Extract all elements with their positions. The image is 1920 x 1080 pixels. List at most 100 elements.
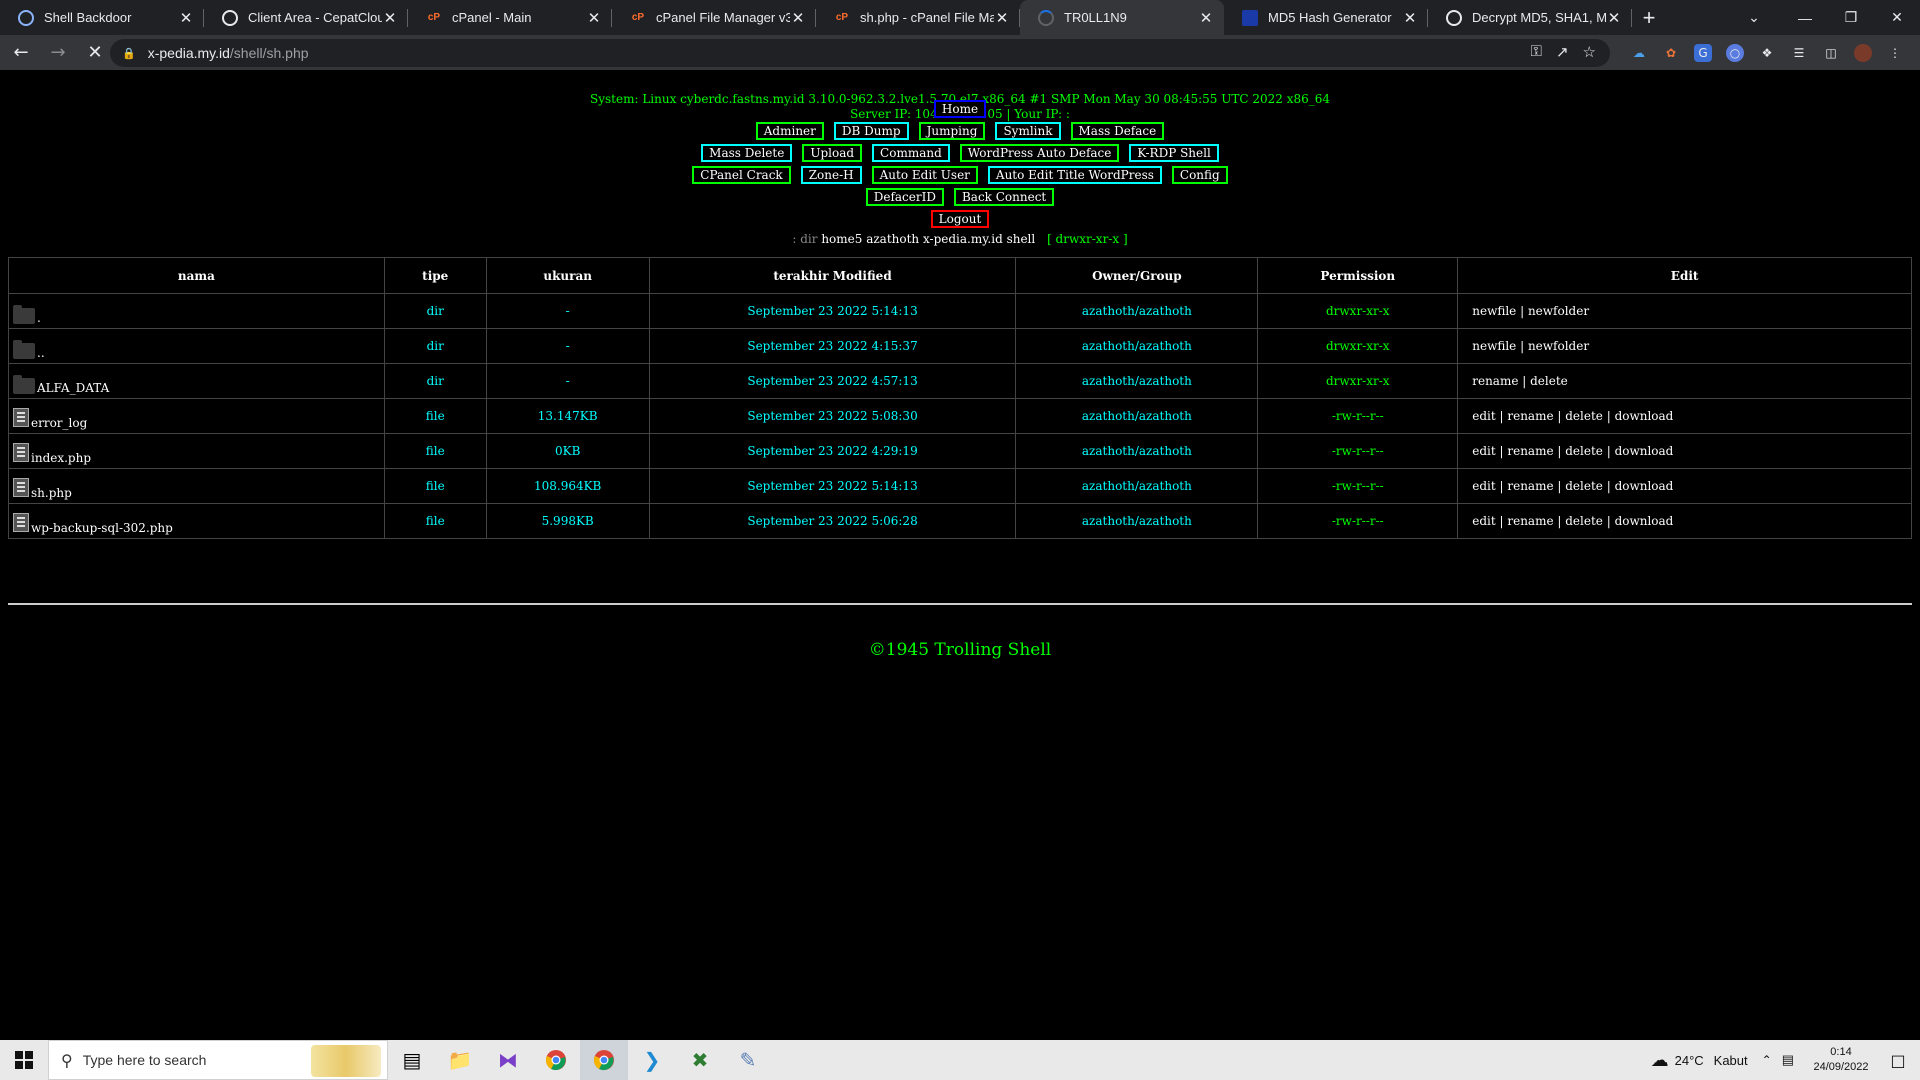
download-link[interactable]: download [1615, 409, 1674, 423]
file-permission[interactable]: -rw-r--r-- [1257, 433, 1459, 469]
menu-button-command[interactable]: Command [872, 144, 950, 162]
delete-link[interactable]: delete [1530, 374, 1568, 388]
rename-link[interactable]: rename [1507, 444, 1553, 458]
start-button[interactable] [0, 1040, 48, 1080]
menu-button-mass-delete[interactable]: Mass Delete [701, 144, 793, 162]
browser-tab[interactable]: MD5 Hash Generator ✕ [1224, 0, 1428, 35]
download-link[interactable]: download [1615, 444, 1674, 458]
menu-button-adminer[interactable]: Adminer [755, 122, 824, 140]
tab-search-icon[interactable]: ⌄ [1726, 0, 1782, 35]
media-icon[interactable]: ☰ [1790, 44, 1808, 62]
menu-button-zone-h[interactable]: Zone-H [800, 166, 862, 184]
back-button[interactable]: ← [5, 37, 37, 69]
delete-link[interactable]: delete [1565, 409, 1603, 423]
menu-button-upload[interactable]: Upload [802, 144, 863, 162]
key-icon[interactable]: ⚿ [1531, 43, 1542, 61]
profile-avatar[interactable] [1854, 43, 1872, 62]
menu-button-jumping[interactable]: Jumping [918, 122, 986, 140]
weather-temp[interactable]: 24°C [1675, 1053, 1704, 1068]
file-permission[interactable]: drwxr-xr-x [1257, 293, 1459, 329]
weather-text[interactable]: Kabut [1714, 1053, 1748, 1068]
menu-button-home[interactable]: Home [933, 100, 987, 118]
menu-button-auto-edit-user[interactable]: Auto Edit User [871, 166, 978, 184]
lock-icon[interactable]: 🔒 [122, 47, 136, 60]
delete-link[interactable]: delete [1565, 444, 1603, 458]
close-window-button[interactable]: ✕ [1874, 0, 1920, 35]
taskbar-search[interactable]: ⚲ Type here to search [48, 1040, 388, 1080]
close-tab-icon[interactable]: ✕ [1402, 9, 1418, 27]
download-link[interactable]: download [1615, 479, 1674, 493]
menu-button-symlink[interactable]: Symlink [995, 122, 1061, 140]
close-tab-icon[interactable]: ✕ [178, 9, 194, 27]
browser-tab[interactable]: TR0LL1N9 ✕ [1020, 0, 1224, 35]
rename-link[interactable]: rename [1472, 374, 1518, 388]
new-tab-button[interactable]: + [1632, 0, 1666, 35]
file-permission[interactable]: drwxr-xr-x [1257, 328, 1459, 364]
close-tab-icon[interactable]: ✕ [790, 9, 806, 27]
menu-button-config[interactable]: Config [1171, 166, 1228, 184]
minimize-button[interactable]: — [1782, 0, 1828, 35]
menu-button-defacerid[interactable]: DefacerID [865, 188, 944, 206]
file-name-link[interactable]: wp-backup-sql-302.php [31, 521, 173, 535]
close-tab-icon[interactable]: ✕ [586, 9, 602, 27]
file-permission[interactable]: -rw-r--r-- [1257, 468, 1459, 504]
rename-link[interactable]: rename [1507, 409, 1553, 423]
close-tab-icon[interactable]: ✕ [1198, 9, 1214, 27]
menu-button-auto-edit-title-wordpress[interactable]: Auto Edit Title WordPress [987, 166, 1162, 184]
restore-button[interactable]: ❐ [1828, 0, 1874, 35]
cloud-extension-icon[interactable]: ☁ [1630, 44, 1648, 62]
close-tab-icon[interactable]: ✕ [382, 9, 398, 27]
show-hidden-icons-icon[interactable]: ⌃ [1762, 1053, 1772, 1067]
address-bar[interactable]: 🔒 x-pedia.my.id/shell/sh.php ⚿ ↗ ☆ [110, 39, 1610, 67]
file-permission[interactable]: -rw-r--r-- [1257, 503, 1459, 539]
delete-link[interactable]: delete [1565, 514, 1603, 528]
edit-link[interactable]: edit [1472, 514, 1495, 528]
weather-icon[interactable]: ☁ [1651, 1050, 1669, 1071]
puzzle-icon[interactable]: ❖ [1758, 44, 1776, 62]
file-name-link[interactable]: .. [37, 346, 45, 360]
network-icon[interactable]: ▤ [1782, 1052, 1794, 1068]
menu-button-mass-deface[interactable]: Mass Deface [1070, 122, 1165, 140]
dir-path[interactable]: home5 azathoth x-pedia.my.id shell [821, 232, 1035, 246]
file-name-link[interactable]: . [37, 311, 41, 325]
close-tab-icon[interactable]: ✕ [1606, 9, 1622, 27]
file-permission[interactable]: -rw-r--r-- [1257, 398, 1459, 434]
file-permission[interactable]: drwxr-xr-x [1257, 363, 1459, 399]
newfolder-link[interactable]: newfolder [1528, 304, 1589, 318]
menu-button-db-dump[interactable]: DB Dump [833, 122, 909, 140]
rename-link[interactable]: rename [1507, 514, 1553, 528]
vscode-icon[interactable]: ❯ [628, 1040, 676, 1080]
chrome-icon[interactable] [532, 1040, 580, 1080]
chrome-active-icon[interactable] [580, 1040, 628, 1080]
notification-icon[interactable]: □ [1876, 1051, 1920, 1070]
edit-link[interactable]: edit [1472, 444, 1495, 458]
edit-link[interactable]: edit [1472, 409, 1495, 423]
download-link[interactable]: download [1615, 514, 1674, 528]
close-tab-icon[interactable]: ✕ [994, 9, 1010, 27]
side-panel-icon[interactable]: ◫ [1822, 44, 1840, 62]
file-name-link[interactable]: index.php [31, 451, 91, 465]
paint-icon[interactable]: ✎ [724, 1040, 772, 1080]
menu-kebab-icon[interactable]: ⋮ [1886, 44, 1904, 62]
file-name-link[interactable]: error_log [31, 416, 87, 430]
clock[interactable]: 0:14 24/09/2022 [1806, 1045, 1876, 1075]
browser-tab[interactable]: cP sh.php - cPanel File Manag✕ [816, 0, 1020, 35]
menu-button-logout[interactable]: Logout [930, 210, 990, 228]
browser-tab[interactable]: Shell Backdoor ✕ [0, 0, 204, 35]
extension-icon[interactable]: ✿ [1662, 44, 1680, 62]
search-extension-icon[interactable]: ○ [1726, 43, 1744, 62]
browser-tab[interactable]: cP cPanel File Manager v3 ✕ [612, 0, 816, 35]
browser-tab[interactable]: Client Area - CepatCloud ✕ [204, 0, 408, 35]
menu-button-k-rdp-shell[interactable]: K-RDP Shell [1129, 144, 1219, 162]
file-name-link[interactable]: ALFA_DATA [37, 381, 109, 395]
browser-tab[interactable]: Decrypt MD5, SHA1, MySC✕ [1428, 0, 1632, 35]
xampp-icon[interactable]: ✖ [676, 1040, 724, 1080]
stop-loading-button[interactable]: ✕ [79, 37, 111, 69]
file-explorer-icon[interactable]: 📁 [436, 1040, 484, 1080]
rename-link[interactable]: rename [1507, 479, 1553, 493]
newfile-link[interactable]: newfile [1472, 304, 1516, 318]
task-view-icon[interactable]: ▤ [388, 1040, 436, 1080]
translate-icon[interactable]: G [1694, 43, 1712, 62]
newfolder-link[interactable]: newfolder [1528, 339, 1589, 353]
edit-link[interactable]: edit [1472, 479, 1495, 493]
